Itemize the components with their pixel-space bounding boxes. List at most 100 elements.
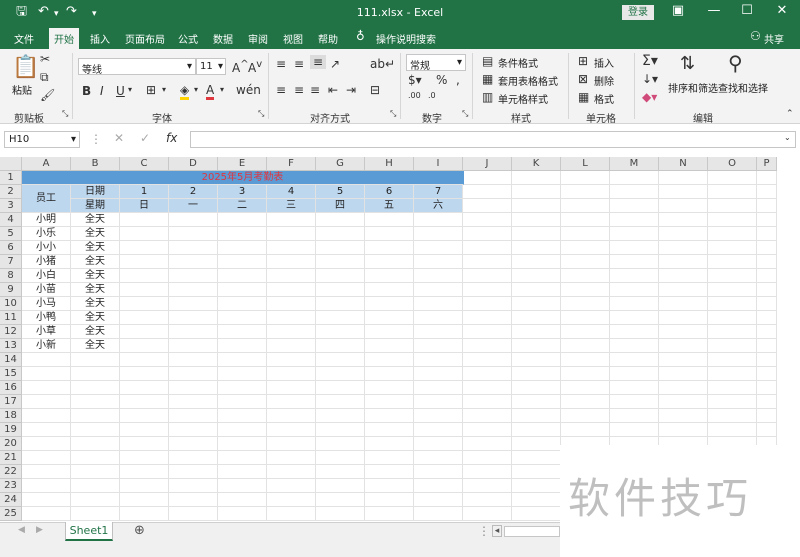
expand-formula-icon[interactable]: ⌄ [784, 133, 791, 142]
grid-cell[interactable] [218, 395, 267, 409]
grid-cell[interactable] [512, 479, 561, 493]
grid-cell[interactable] [218, 311, 267, 325]
grid-cell[interactable] [120, 353, 169, 367]
grid-cell[interactable] [71, 367, 120, 381]
weekday-cell[interactable]: 四 [316, 199, 365, 213]
tab-file[interactable]: 文件 [14, 31, 34, 46]
grid-cell[interactable] [512, 437, 561, 451]
grid-cell[interactable] [757, 269, 777, 283]
grid-cell[interactable] [267, 451, 316, 465]
format-cells-icon[interactable]: ▦ [578, 90, 589, 104]
grid-cell[interactable] [610, 423, 659, 437]
grid-cell[interactable] [316, 409, 365, 423]
copy-icon[interactable]: ⧉ [40, 70, 49, 85]
grid-cell[interactable] [169, 297, 218, 311]
ribbon-display-icon[interactable]: ▣ [668, 3, 688, 18]
grid-cell[interactable] [757, 185, 777, 199]
conditional-format-button[interactable]: 条件格式 [498, 55, 538, 70]
weekday-cell[interactable]: 一 [169, 199, 218, 213]
grid-cell[interactable] [218, 255, 267, 269]
add-sheet-icon[interactable]: ⊕ [134, 523, 145, 538]
grid-cell[interactable] [463, 507, 512, 521]
grid-cell[interactable] [463, 213, 512, 227]
border-icon[interactable]: ⊞ [146, 83, 156, 97]
italic-button[interactable]: I [100, 84, 104, 98]
column-header-g[interactable]: G [316, 157, 365, 171]
date-header-cell[interactable]: 日期 [71, 185, 120, 199]
grid-cell[interactable] [267, 353, 316, 367]
cancel-icon[interactable]: ✕ [114, 131, 124, 145]
grid-cell[interactable] [708, 227, 757, 241]
align-left-icon[interactable]: ≡ [276, 83, 286, 97]
grid-cell[interactable] [414, 395, 463, 409]
grid-cell[interactable] [512, 269, 561, 283]
grid-cell[interactable] [120, 367, 169, 381]
grid-cell[interactable] [512, 241, 561, 255]
grid-cell[interactable] [561, 227, 610, 241]
attendance-cell[interactable]: 全天 [71, 227, 120, 241]
grid-cell[interactable] [757, 353, 777, 367]
grid-cell[interactable] [120, 451, 169, 465]
grid-cell[interactable] [757, 409, 777, 423]
grid-cell[interactable] [757, 297, 777, 311]
grid-cell[interactable] [169, 451, 218, 465]
paste-icon[interactable]: 📋 [12, 55, 39, 80]
grid-cell[interactable] [414, 213, 463, 227]
format-as-table-button[interactable]: 套用表格格式 [498, 73, 558, 88]
increase-font-icon[interactable]: A^ [232, 59, 249, 75]
employee-header-cell[interactable]: 员工 [22, 185, 71, 213]
grid-cell[interactable] [610, 395, 659, 409]
grid-cell[interactable] [414, 227, 463, 241]
grid-cell[interactable] [512, 185, 561, 199]
grid-cell[interactable] [267, 423, 316, 437]
grid-cell[interactable] [659, 269, 708, 283]
grid-cell[interactable] [414, 465, 463, 479]
grid-cell[interactable] [512, 297, 561, 311]
column-header-j[interactable]: J [463, 157, 512, 171]
grid-cell[interactable] [218, 507, 267, 521]
grid-cell[interactable] [169, 367, 218, 381]
grid-cell[interactable] [365, 465, 414, 479]
grid-cell[interactable] [169, 283, 218, 297]
grid-cell[interactable] [561, 381, 610, 395]
grid-cell[interactable] [22, 353, 71, 367]
grid-cell[interactable] [120, 507, 169, 521]
grid-cell[interactable] [659, 409, 708, 423]
formula-input[interactable] [190, 131, 796, 148]
grid-cell[interactable] [316, 353, 365, 367]
row-header-23[interactable]: 23 [0, 479, 22, 493]
grid-cell[interactable] [561, 353, 610, 367]
grid-cell[interactable] [610, 171, 659, 185]
grid-cell[interactable] [414, 507, 463, 521]
row-header-6[interactable]: 6 [0, 241, 22, 255]
attendance-cell[interactable]: 全天 [71, 311, 120, 325]
grid-cell[interactable] [316, 227, 365, 241]
grid-cell[interactable] [757, 423, 777, 437]
tab-splitter-icon[interactable]: ⋮ [478, 524, 490, 538]
grid-cell[interactable] [463, 199, 512, 213]
grid-cell[interactable] [22, 381, 71, 395]
grid-cell[interactable] [659, 283, 708, 297]
grid-cell[interactable] [708, 171, 757, 185]
grid-cell[interactable] [463, 479, 512, 493]
grid-cell[interactable] [316, 339, 365, 353]
prev-sheet-icon[interactable]: ◀ [18, 525, 25, 535]
grid-cell[interactable] [512, 325, 561, 339]
grid-cell[interactable] [22, 451, 71, 465]
clipboard-launcher-icon[interactable]: ⤡ [62, 109, 68, 119]
row-header-9[interactable]: 9 [0, 283, 22, 297]
grid-cell[interactable] [512, 493, 561, 507]
grid-cell[interactable] [659, 339, 708, 353]
grid-cell[interactable] [267, 409, 316, 423]
grid-cell[interactable] [71, 353, 120, 367]
grid-cell[interactable] [512, 199, 561, 213]
grid-cell[interactable] [120, 493, 169, 507]
grid-cell[interactable] [316, 213, 365, 227]
grid-cell[interactable] [218, 241, 267, 255]
close-icon[interactable]: ✕ [772, 3, 792, 18]
weekday-cell[interactable]: 五 [365, 199, 414, 213]
day-number-cell[interactable]: 2 [169, 185, 218, 199]
grid-cell[interactable] [512, 213, 561, 227]
grid-cell[interactable] [708, 255, 757, 269]
grid-cell[interactable] [757, 339, 777, 353]
